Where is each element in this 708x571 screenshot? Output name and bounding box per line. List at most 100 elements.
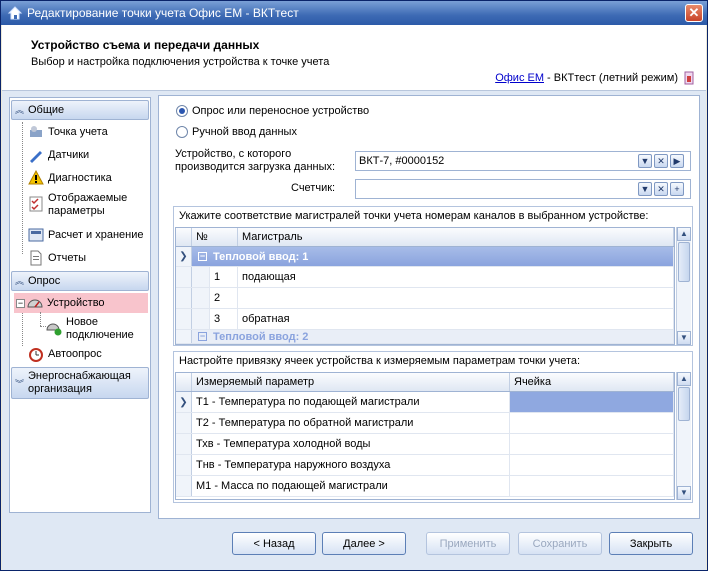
counter-select[interactable]: ▼ ✕ + <box>355 179 691 199</box>
panel-splitter[interactable] <box>152 97 157 513</box>
clear-icon[interactable]: ✕ <box>654 182 668 196</box>
col-cell-header[interactable]: Ячейка <box>510 373 674 391</box>
cell-value[interactable] <box>510 434 674 454</box>
radio-button-selected[interactable] <box>176 105 188 117</box>
group-label: Тепловой ввод: 1 <box>213 250 309 263</box>
dropdown-arrow-icon[interactable]: ▼ <box>638 182 652 196</box>
cell-value[interactable] <box>510 455 674 475</box>
channel-main[interactable] <box>238 288 674 308</box>
table-row[interactable]: 1 подающая <box>176 267 674 288</box>
cell-value[interactable] <box>510 413 674 433</box>
nav-item-label: Отчеты <box>48 252 87 264</box>
apply-button[interactable]: Применить <box>426 532 510 555</box>
channel-main[interactable]: обратная <box>238 309 674 329</box>
table-row[interactable]: Тнв - Температура наружного воздуха <box>176 455 674 476</box>
close-window-button[interactable]: ✕ <box>685 4 703 22</box>
group-row[interactable]: ❯ − Тепловой ввод: 1 <box>176 247 674 267</box>
group-row[interactable]: − Тепловой ввод: 2 <box>176 330 674 344</box>
navigation-panel: ︽ Общие Точка учета Датчики Диагностика … <box>9 97 151 513</box>
scroll-up-icon[interactable]: ▲ <box>677 227 691 241</box>
channel-number: 2 <box>210 288 238 308</box>
collapse-icon[interactable]: − <box>198 252 207 261</box>
cell-value-selected[interactable] <box>510 392 674 412</box>
summer-mode-icon <box>684 71 694 85</box>
group-cell[interactable]: − Тепловой ввод: 1 <box>192 247 674 266</box>
channel-number: 1 <box>210 267 238 287</box>
radio-button[interactable] <box>176 126 188 138</box>
scroll-thumb[interactable] <box>678 387 690 421</box>
nav-item-sensors[interactable]: Датчики <box>28 147 89 163</box>
scroll-up-icon[interactable]: ▲ <box>677 372 691 386</box>
radio-poll-option[interactable]: Опрос или переносное устройство <box>176 105 369 117</box>
col-main-header[interactable]: Магистраль <box>238 228 674 246</box>
nav-item-label: Автоопрос <box>48 348 102 360</box>
chevron-up-icon: ︽ <box>15 276 25 286</box>
device-value: ВКТ-7, #0000152 <box>359 155 445 167</box>
dropdown-arrow-icon[interactable]: ▼ <box>638 154 652 168</box>
nav-item-calc-storage[interactable]: Расчет и хранение <box>28 227 144 243</box>
group-cell[interactable]: − Тепловой ввод: 2 <box>192 330 674 343</box>
param-cell: Т1 - Температура по подающей магистрали <box>192 392 510 412</box>
table-row[interactable]: ❯ Т1 - Температура по подающей магистрал… <box>176 392 674 413</box>
channels-scrollbar[interactable]: ▲ ▼ <box>676 227 691 345</box>
alarm-clock-icon <box>29 348 43 362</box>
counter-label: Счетчик: <box>291 182 336 194</box>
nav-item-device[interactable]: − Устройство <box>14 293 148 313</box>
object-link-suffix: - ВКТтест (летний режим) <box>544 72 678 84</box>
open-icon[interactable]: ▶ <box>670 154 684 168</box>
nav-group-energy-org[interactable]: ︾ Энергоснабжающая организация <box>11 367 149 399</box>
add-icon[interactable]: + <box>670 182 684 196</box>
nav-item-label: Диагностика <box>48 172 112 184</box>
scroll-down-icon[interactable]: ▼ <box>677 331 691 345</box>
table-row[interactable]: М1 - Масса по подающей магистрали <box>176 476 674 497</box>
nav-item-label: Новое подключение <box>66 316 134 341</box>
close-button[interactable]: Закрыть <box>609 532 693 555</box>
chevron-up-icon: ︽ <box>15 105 25 115</box>
calculator-icon <box>28 228 44 242</box>
radio-label: Ручной ввод данных <box>192 126 297 138</box>
radio-manual-option[interactable]: Ручной ввод данных <box>176 126 297 138</box>
current-row-icon: ❯ <box>176 247 192 266</box>
nav-group-label: Энергоснабжающая организация <box>28 370 131 395</box>
nav-item-displayed-params[interactable]: Отображаемые параметры <box>28 192 146 218</box>
scroll-down-icon[interactable]: ▼ <box>677 486 691 500</box>
channels-panel-title: Укажите соответствие магистралей точки у… <box>179 210 649 222</box>
nav-item-reports[interactable]: Отчеты <box>28 250 86 266</box>
nav-item-new-connection[interactable]: Новое подключение <box>46 316 146 342</box>
device-select[interactable]: ВКТ-7, #0000152 ▼ ✕ ▶ <box>355 151 691 171</box>
table-row[interactable]: Тхв - Температура холодной воды <box>176 434 674 455</box>
nav-group-general[interactable]: ︽ Общие <box>11 100 149 120</box>
next-button[interactable]: Далее > <box>322 532 406 555</box>
document-icon <box>30 250 42 266</box>
metering-point-icon <box>30 126 42 137</box>
group-label: Тепловой ввод: 2 <box>213 330 309 343</box>
radio-label: Опрос или переносное устройство <box>192 105 370 117</box>
nav-item-diagnostics[interactable]: Диагностика <box>28 170 112 186</box>
object-link-line: Офис ЕМ - ВКТтест (летний режим) <box>495 72 678 84</box>
save-button[interactable]: Сохранить <box>518 532 602 555</box>
nav-item-autopoll[interactable]: Автоопрос <box>28 346 102 362</box>
wizard-footer: < Назад Далее > Применить Сохранить Закр… <box>2 523 706 570</box>
table-row[interactable]: 3 обратная <box>176 309 674 330</box>
cells-scrollbar[interactable]: ▲ ▼ <box>676 372 691 500</box>
channel-main[interactable]: подающая <box>238 267 674 287</box>
table-row[interactable]: 2 <box>176 288 674 309</box>
cells-panel: Настройте привязку ячеек устройства к из… <box>173 351 693 503</box>
wizard-body: ︽ Общие Точка учета Датчики Диагностика … <box>2 91 706 523</box>
clear-icon[interactable]: ✕ <box>654 154 668 168</box>
col-num-header[interactable]: № <box>192 228 238 246</box>
collapse-icon[interactable]: − <box>16 298 25 308</box>
nav-group-poll[interactable]: ︽ Опрос <box>11 271 149 291</box>
object-link[interactable]: Офис ЕМ <box>495 72 544 84</box>
table-row[interactable]: Т2 - Температура по обратной магистрали <box>176 413 674 434</box>
cell-value[interactable] <box>510 476 674 496</box>
back-button[interactable]: < Назад <box>232 532 316 555</box>
channel-number: 3 <box>210 309 238 329</box>
scroll-thumb[interactable] <box>678 242 690 282</box>
col-param-header[interactable]: Измеряемый параметр <box>192 373 510 391</box>
nav-item-label: Расчет и хранение <box>48 229 144 241</box>
grid-header: Измеряемый параметр Ячейка <box>176 373 674 392</box>
nav-item-metering-point[interactable]: Точка учета <box>28 124 108 140</box>
nav-item-label: Отображаемые параметры <box>48 192 128 217</box>
collapse-icon[interactable]: − <box>198 332 207 341</box>
